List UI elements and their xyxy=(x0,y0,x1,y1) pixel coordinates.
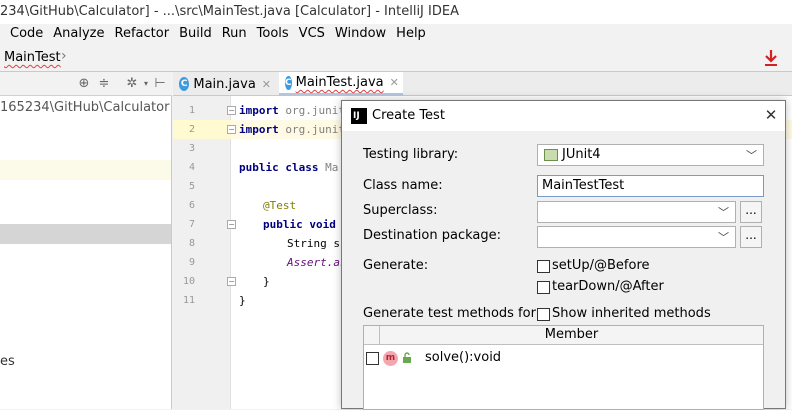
tab-maintest-java[interactable]: C MainTest.java ✕ xyxy=(279,72,403,96)
testing-library-select[interactable]: JUnit4 ﹀ xyxy=(537,144,764,166)
line-number: 6 xyxy=(188,200,195,211)
fold-toggle-icon[interactable]: − xyxy=(227,220,236,229)
setup-label: setUp/@Before xyxy=(552,258,650,273)
chevron-down-icon: ﹀ xyxy=(718,231,729,244)
collapse-icon[interactable]: ≑ xyxy=(96,76,112,92)
navigation-bar: MainTest › xyxy=(0,44,792,72)
class-icon: C xyxy=(285,75,292,90)
close-icon[interactable]: ✕ xyxy=(262,78,271,91)
member-table-header: Member xyxy=(364,326,763,345)
chevron-down-icon: ﹀ xyxy=(718,206,729,219)
line-number: 8 xyxy=(188,238,195,249)
breadcrumb-maintest[interactable]: MainTest xyxy=(4,50,61,65)
project-root-path[interactable]: 165234\GitHub\Calculator xyxy=(0,100,169,115)
superclass-browse-button[interactable]: ... xyxy=(740,201,762,223)
download-icon[interactable] xyxy=(763,48,779,68)
dialog-title: Create Test xyxy=(372,108,445,123)
junit-library-icon xyxy=(544,149,558,161)
code-line[interactable]: import org.junit xyxy=(239,120,345,139)
fold-end-icon[interactable]: − xyxy=(227,277,236,286)
member-column-header[interactable]: Member xyxy=(380,327,763,342)
fold-toggle-icon[interactable]: − xyxy=(227,106,236,115)
teardown-label: tearDown/@After xyxy=(552,279,664,294)
class-name-label: Class name: xyxy=(363,178,443,193)
member-table: Member m solve():void xyxy=(363,325,764,410)
line-number: 9 xyxy=(188,257,195,268)
breadcrumb-chevron-icon: › xyxy=(61,48,67,64)
menu-vcs[interactable]: VCS xyxy=(294,24,330,44)
destination-package-input[interactable]: ﹀ xyxy=(537,226,736,248)
destination-browse-button[interactable]: ... xyxy=(740,226,762,248)
menu-code[interactable]: Code xyxy=(0,24,48,44)
fold-end-icon[interactable]: − xyxy=(227,125,236,134)
code-line[interactable]: Assert.as xyxy=(287,253,347,272)
project-toolbar: ⊕ ≑ ✲ ▾ ⊢ xyxy=(0,72,172,96)
line-number: 5 xyxy=(188,181,195,192)
testing-library-label: Testing library: xyxy=(363,147,459,162)
generate-label: Generate: xyxy=(363,258,429,273)
member-checkbox[interactable] xyxy=(366,352,379,365)
tab-label: MainTest.java xyxy=(295,75,384,90)
close-icon[interactable]: ✕ xyxy=(762,106,780,124)
code-line[interactable]: import org.junit xyxy=(239,101,345,120)
code-line[interactable]: String su xyxy=(287,234,347,253)
line-number: 7 xyxy=(188,219,195,230)
code-line[interactable]: @Test xyxy=(263,196,296,215)
method-icon: m xyxy=(383,351,398,366)
dialog-titlebar: IJ Create Test ✕ xyxy=(342,101,785,131)
selected-row[interactable] xyxy=(0,224,171,244)
menu-bar: Code Analyze Refactor Build Run Tools VC… xyxy=(0,24,792,44)
tab-main-java[interactable]: C Main.java ✕ xyxy=(173,72,277,96)
destination-package-label: Destination package: xyxy=(363,228,501,243)
intellij-logo-icon: IJ xyxy=(351,108,367,124)
class-icon: C xyxy=(179,77,190,91)
highlighted-row xyxy=(0,160,171,180)
code-line[interactable]: } xyxy=(239,291,246,310)
menu-help[interactable]: Help xyxy=(391,24,431,44)
create-test-dialog: IJ Create Test ✕ Testing library: JUnit4… xyxy=(341,100,786,410)
line-number: 1 xyxy=(188,105,195,116)
hide-panel-icon[interactable]: ⊢ xyxy=(152,76,168,92)
menu-refactor[interactable]: Refactor xyxy=(110,24,175,44)
menu-tools[interactable]: Tools xyxy=(252,24,294,44)
setup-checkbox[interactable] xyxy=(537,260,550,273)
project-tree-item[interactable]: es xyxy=(0,354,15,369)
select-all-column[interactable] xyxy=(364,326,380,345)
superclass-input[interactable]: ﹀ xyxy=(537,201,736,223)
show-inherited-label: Show inherited methods xyxy=(552,306,711,321)
generate-methods-label: Generate test methods for: xyxy=(363,306,541,321)
close-icon[interactable]: ✕ xyxy=(390,76,399,89)
public-access-icon xyxy=(403,352,411,363)
superclass-label: Superclass: xyxy=(363,203,438,218)
class-name-input[interactable]: MainTestTest xyxy=(537,175,764,197)
chevron-down-icon: ﹀ xyxy=(746,149,757,162)
menu-analyze[interactable]: Analyze xyxy=(48,24,109,44)
line-number: 10 xyxy=(182,276,195,287)
locate-icon[interactable]: ⊕ xyxy=(76,76,92,92)
menu-run[interactable]: Run xyxy=(217,24,252,44)
editor-tab-bar: C Main.java ✕ C MainTest.java ✕ xyxy=(173,72,792,96)
menu-build[interactable]: Build xyxy=(174,24,217,44)
code-line[interactable]: public void xyxy=(263,215,336,234)
show-inherited-checkbox[interactable] xyxy=(537,308,550,321)
line-number: 11 xyxy=(182,295,195,306)
tab-label: Main.java xyxy=(193,76,256,92)
member-name[interactable]: solve():void xyxy=(425,350,501,365)
testing-library-value: JUnit4 xyxy=(562,147,601,162)
line-number: 2 xyxy=(188,124,195,135)
window-title: 234\GitHub\Calculator] - ...\src\MainTes… xyxy=(0,0,792,24)
code-line[interactable]: } xyxy=(263,272,270,291)
menu-window[interactable]: Window xyxy=(330,24,391,44)
teardown-checkbox[interactable] xyxy=(537,281,550,294)
line-number: 3 xyxy=(188,143,195,154)
line-number: 4 xyxy=(188,162,195,173)
code-line[interactable]: public class Ma xyxy=(239,158,338,177)
project-panel: ⊕ ≑ ✲ ▾ ⊢ 165234\GitHub\Calculator es xyxy=(0,72,172,409)
